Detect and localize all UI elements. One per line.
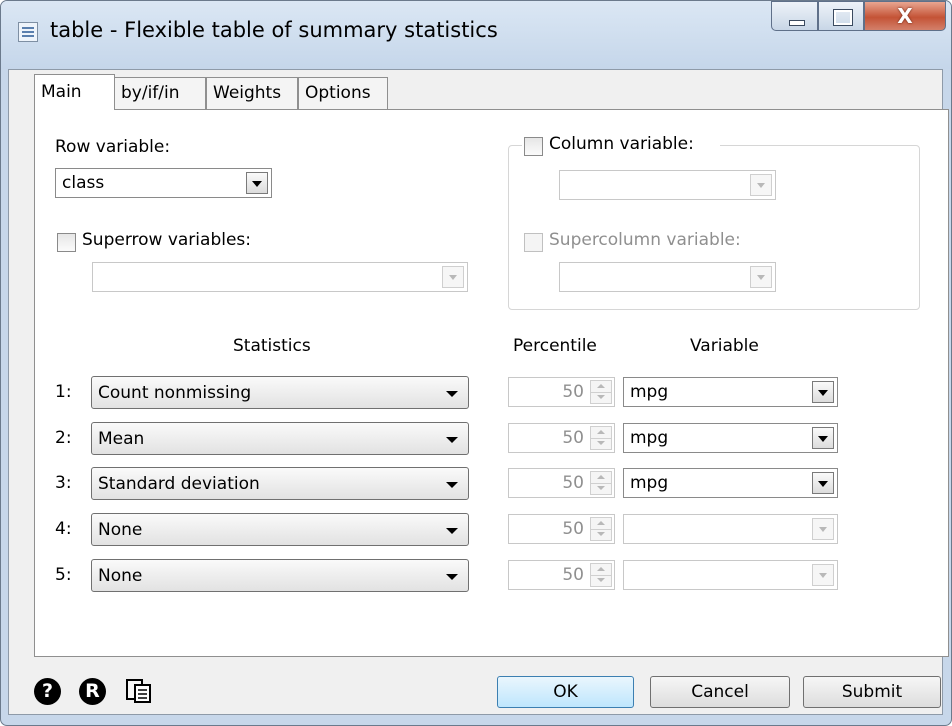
tab-options[interactable]: Options: [298, 77, 388, 109]
percentile-value: 50: [562, 473, 584, 493]
percentile-spinner[interactable]: 50: [508, 377, 615, 407]
statistic-select[interactable]: Count nonmissing: [91, 376, 469, 409]
chevron-down-icon[interactable]: [812, 472, 834, 494]
statistic-value: Mean: [98, 429, 145, 449]
column-variable-label: Column variable:: [549, 134, 694, 154]
chevron-down-icon[interactable]: [812, 427, 834, 449]
percentile-value: 50: [562, 565, 584, 585]
chevron-down-icon: [446, 391, 458, 397]
reset-icon[interactable]: R: [79, 678, 106, 705]
variable-header: Variable: [690, 336, 759, 356]
variable-value: mpg: [630, 473, 669, 493]
percentile-value: 50: [562, 382, 584, 402]
chevron-down-icon[interactable]: [750, 174, 772, 196]
chevron-down-icon[interactable]: [812, 381, 834, 403]
superrow-label: Superrow variables:: [82, 230, 251, 250]
statistic-value: None: [98, 520, 143, 540]
help-icon[interactable]: ?: [34, 678, 61, 705]
statistic-select[interactable]: Mean: [91, 422, 469, 455]
percentile-value: 50: [562, 519, 584, 539]
close-button[interactable]: X: [864, 1, 946, 31]
percentile-value: 50: [562, 428, 584, 448]
variable-combo[interactable]: [623, 560, 838, 590]
chevron-down-icon[interactable]: [750, 266, 772, 288]
statistic-select[interactable]: None: [91, 559, 469, 592]
variable-value: mpg: [630, 428, 669, 448]
stat-index: 1:: [55, 382, 72, 402]
variable-combo[interactable]: mpg: [623, 377, 838, 407]
statistic-select[interactable]: None: [91, 513, 469, 546]
spinner-arrows-icon[interactable]: [590, 471, 612, 495]
chevron-down-icon: [446, 437, 458, 443]
maximize-button[interactable]: [818, 1, 864, 31]
statistic-value: Standard deviation: [98, 474, 260, 494]
supercolumn-combo[interactable]: [559, 262, 776, 292]
percentile-spinner[interactable]: 50: [508, 560, 615, 590]
chevron-down-icon: [446, 482, 458, 488]
chevron-down-icon[interactable]: [246, 172, 268, 194]
chevron-down-icon[interactable]: [442, 266, 464, 288]
stat-index: 2:: [55, 428, 72, 448]
tab-main[interactable]: Main: [34, 74, 115, 110]
column-variable-combo[interactable]: [559, 170, 776, 200]
row-variable-combo[interactable]: class: [55, 168, 272, 198]
percentile-spinner[interactable]: 50: [508, 514, 615, 544]
row-variable-value: class: [62, 173, 105, 193]
variable-combo[interactable]: mpg: [623, 468, 838, 498]
minimize-button[interactable]: [771, 1, 818, 31]
row-variable-label: Row variable:: [55, 137, 171, 157]
chevron-down-icon[interactable]: [812, 564, 834, 586]
percentile-spinner[interactable]: 50: [508, 468, 615, 498]
copy-command-icon[interactable]: [124, 677, 156, 705]
chevron-down-icon: [446, 528, 458, 534]
spinner-arrows-icon[interactable]: [590, 426, 612, 450]
spinner-arrows-icon[interactable]: [590, 563, 612, 587]
chevron-down-icon: [446, 574, 458, 580]
variable-combo[interactable]: mpg: [623, 423, 838, 453]
superrow-combo[interactable]: [92, 262, 468, 292]
statistics-header: Statistics: [233, 336, 311, 356]
tab-by-if-in[interactable]: by/if/in: [114, 77, 206, 109]
statistic-select[interactable]: Standard deviation: [91, 467, 469, 500]
chevron-down-icon[interactable]: [812, 518, 834, 540]
spinner-arrows-icon[interactable]: [590, 517, 612, 541]
spinner-arrows-icon[interactable]: [590, 380, 612, 404]
supercolumn-label: Supercolumn variable:: [549, 230, 741, 250]
window-title: table - Flexible table of summary statis…: [50, 18, 498, 42]
submit-button[interactable]: Submit: [803, 676, 941, 708]
percentile-spinner[interactable]: 50: [508, 423, 615, 453]
ok-button[interactable]: OK: [497, 676, 634, 708]
statistic-value: None: [98, 566, 143, 586]
stat-index: 4:: [55, 519, 72, 539]
app-icon: [18, 22, 38, 42]
percentile-header: Percentile: [513, 336, 597, 356]
stat-index: 5:: [55, 565, 72, 585]
cancel-button[interactable]: Cancel: [650, 676, 790, 708]
close-icon: X: [897, 4, 913, 28]
variable-value: mpg: [630, 382, 669, 402]
variable-combo[interactable]: [623, 514, 838, 544]
stat-index: 3:: [55, 473, 72, 493]
superrow-checkbox[interactable]: [57, 233, 76, 252]
tab-weights[interactable]: Weights: [206, 77, 298, 109]
column-variable-checkbox[interactable]: [524, 137, 543, 156]
statistic-value: Count nonmissing: [98, 383, 252, 403]
supercolumn-checkbox[interactable]: [524, 233, 543, 252]
